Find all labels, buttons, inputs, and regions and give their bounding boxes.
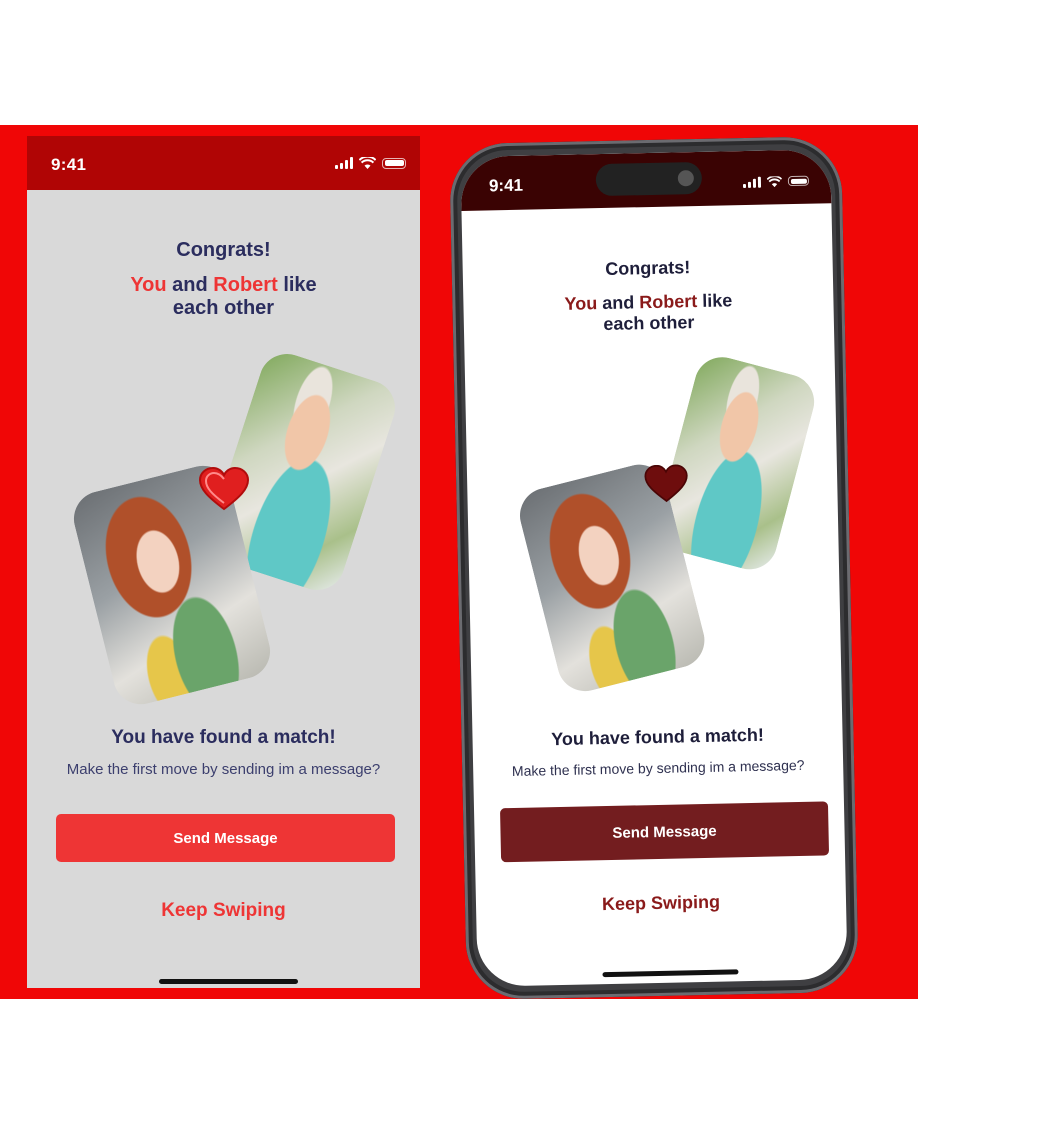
found-match-title: You have found a match! [111,727,336,748]
flat-match-screen: 9:41 Congrats! You and Robert like each … [27,136,420,988]
status-icons [335,157,406,169]
like-label: like [283,274,317,296]
status-bar: 9:41 [27,136,420,190]
match-headline: You and Robert like each other [463,288,834,337]
battery-icon [382,157,406,169]
congrats-title: Congrats! [605,257,691,279]
wifi-icon [766,175,783,187]
home-indicator [602,969,739,978]
found-match-subtitle: Make the first move by sending im a mess… [511,756,805,780]
heart-icon [198,467,250,511]
like-label: like [702,290,733,311]
you-label: You [130,274,167,296]
status-time: 9:41 [488,175,524,196]
cellular-signal-icon [335,157,353,169]
keep-swiping-button[interactable]: Keep Swiping [27,900,420,922]
send-message-button[interactable]: Send Message [56,814,395,862]
and-label: and [602,292,635,314]
you-label: You [564,293,598,314]
each-other-label: each other [603,311,695,334]
keep-swiping-button[interactable]: Keep Swiping [476,889,846,918]
camera-icon [677,170,695,187]
and-label: and [172,274,208,296]
status-time: 9:41 [51,155,87,174]
wifi-icon [359,157,376,169]
status-icons [742,175,810,189]
phone-mockup: 9:41 Congrats! You and Robert like each … [449,135,859,1001]
found-match-title: You have found a match! [551,724,765,750]
each-other-label: each other [172,297,275,319]
found-match-subtitle: Make the first move by sending im a mess… [66,761,381,778]
phone-match-screen: 9:41 Congrats! You and Robert like each … [460,149,848,987]
congrats-title: Congrats! [176,239,271,261]
status-bar: 9:41 [460,149,832,211]
battery-icon [787,175,810,187]
cellular-signal-icon [742,176,762,189]
match-name: Robert [213,274,278,296]
match-name: Robert [639,291,698,313]
send-message-button[interactable]: Send Message [499,801,830,863]
match-headline: You and Robert like each other [27,274,420,320]
home-indicator [159,979,298,984]
dynamic-island [595,161,703,197]
heart-icon [644,464,688,503]
